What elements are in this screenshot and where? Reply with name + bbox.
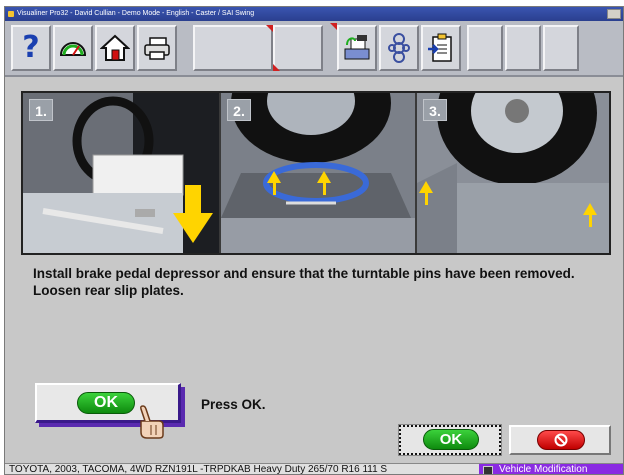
main-panel: 1. 2. 3. Install brake pedal depressor a…: [5, 77, 623, 463]
app-window: Visualiner Pro32 - David Cullian - Demo …: [4, 6, 624, 475]
gauge-button[interactable]: [53, 25, 93, 71]
spring-button[interactable]: [379, 25, 419, 71]
vehicle-modification-icon: [483, 466, 493, 474]
toolbar-empty-slot-5[interactable]: [543, 25, 579, 71]
mode-label: Vehicle Modification: [499, 464, 588, 475]
home-icon: [100, 34, 130, 61]
dialog-ok-button[interactable]: OK: [398, 424, 502, 456]
step-number: 1.: [29, 99, 53, 121]
step-3-photo: 3.: [417, 93, 609, 253]
cancel-button[interactable]: [509, 425, 611, 455]
step-number: 2.: [227, 99, 251, 121]
step-1-photo: 1.: [23, 93, 219, 253]
ok-button-label: OK: [77, 392, 135, 414]
toolbar-empty-slot-2[interactable]: [273, 25, 323, 71]
toolbar-marker: [323, 23, 337, 71]
step-number: 3.: [423, 99, 447, 121]
toolbar: ?: [5, 21, 623, 77]
instruction-text: Install brake pedal depressor and ensure…: [33, 266, 575, 298]
help-button[interactable]: ?: [11, 25, 51, 71]
status-bar: TOYOTA, 2003, TACOMA, 4WD RZN191L -TRPDK…: [5, 463, 623, 475]
toolbar-empty-slot-1[interactable]: [193, 25, 273, 71]
vehicle-lift-button[interactable]: [337, 25, 377, 71]
home-button[interactable]: [95, 25, 135, 71]
step-2-photo: 2.: [221, 93, 415, 253]
window-title: Visualiner Pro32 - David Cullian - Demo …: [17, 10, 255, 17]
instruction-photos: 1. 2. 3.: [21, 91, 611, 255]
vehicle-lift-icon: [344, 35, 370, 60]
title-bar: Visualiner Pro32 - David Cullian - Demo …: [5, 7, 623, 21]
dialog-ok-label: OK: [423, 429, 479, 450]
ok-button[interactable]: OK: [35, 383, 181, 439]
question-mark-icon: ?: [22, 30, 40, 65]
gauge-icon: [59, 42, 87, 56]
app-icon: [8, 11, 14, 17]
press-ok-text: Press OK.: [201, 397, 266, 412]
window-controls[interactable]: [607, 9, 621, 19]
clipboard-button[interactable]: [421, 25, 461, 71]
clipboard-arrow-icon: [428, 33, 452, 62]
pointing-hand-icon: [140, 405, 164, 439]
mode-indicator: Vehicle Modification: [479, 464, 623, 475]
toolbar-empty-slot-3[interactable]: [467, 25, 503, 71]
stop-icon: [537, 430, 585, 450]
printer-icon: [144, 37, 170, 60]
print-button[interactable]: [137, 25, 177, 71]
toolbar-empty-slot-4[interactable]: [505, 25, 541, 71]
helix-spring-icon: [388, 33, 410, 63]
vehicle-info: TOYOTA, 2003, TACOMA, 4WD RZN191L -TRPDK…: [9, 464, 388, 475]
